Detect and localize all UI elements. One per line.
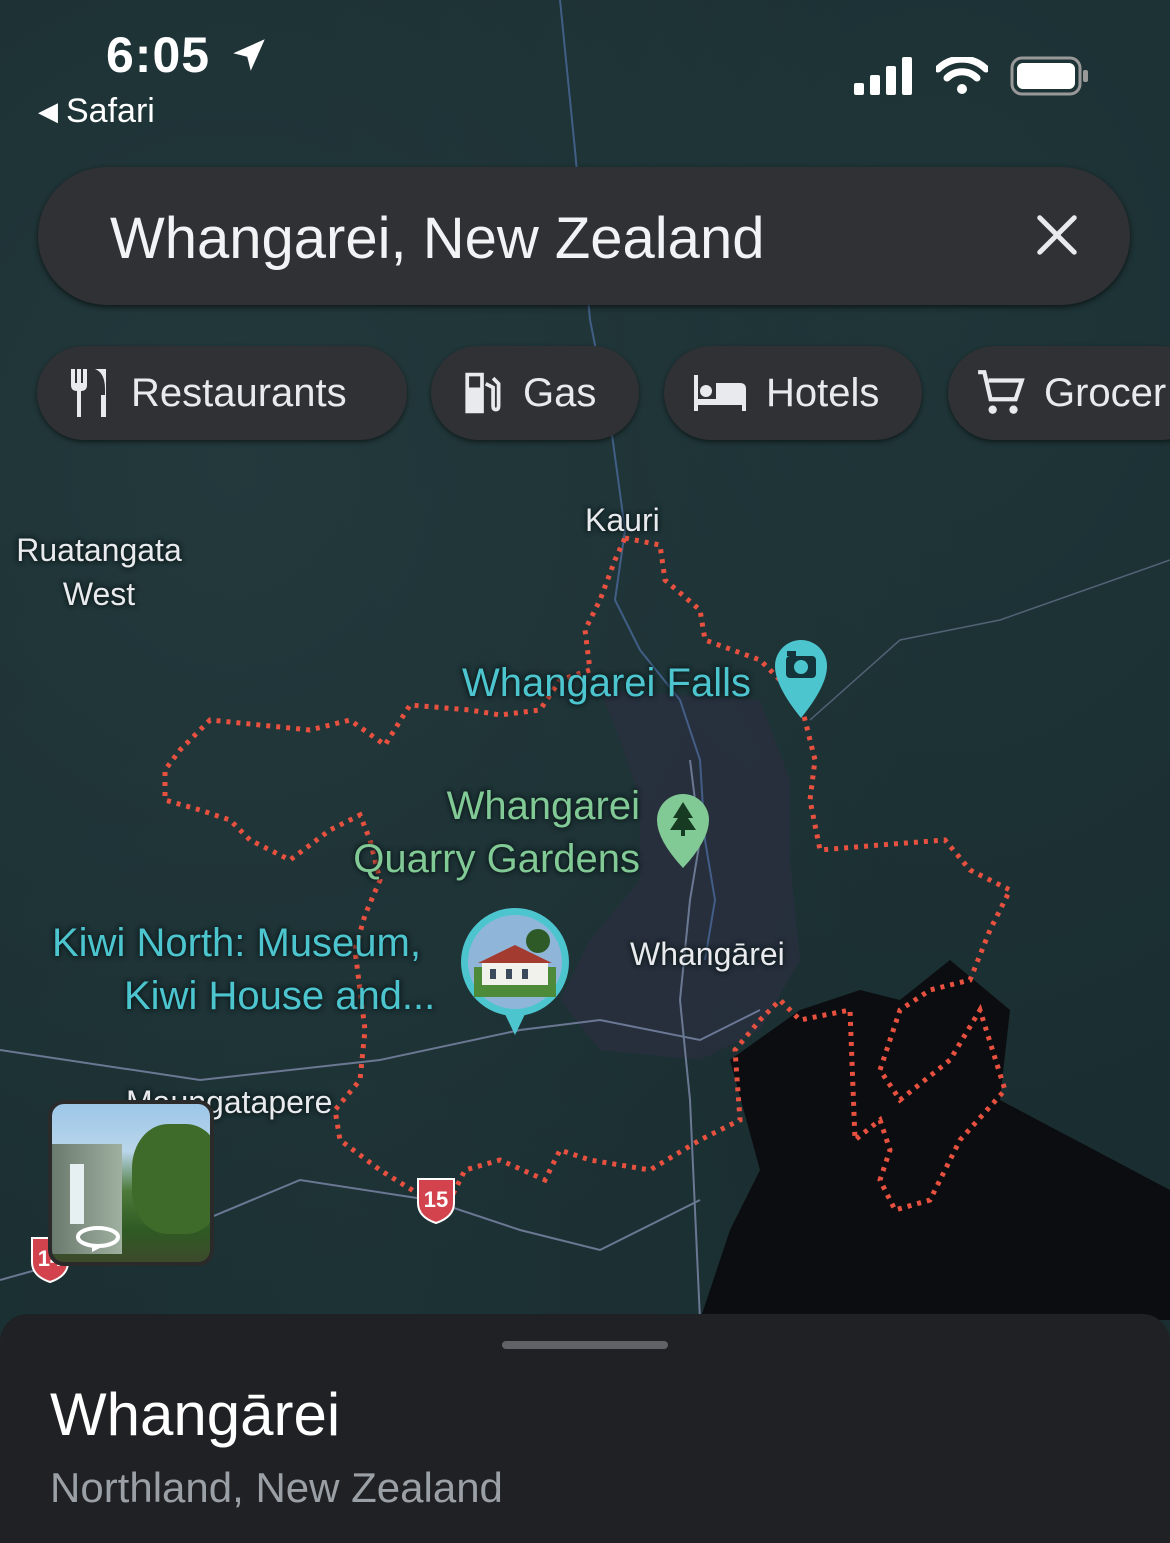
cellular-signal-icon — [854, 57, 912, 95]
place-bottom-sheet[interactable]: Whangārei Northland, New Zealand — [0, 1314, 1170, 1543]
route-shield-label: 15 — [424, 1187, 448, 1212]
chip-hotels[interactable]: Hotels — [664, 346, 922, 440]
search-bar[interactable]: Whangarei, New Zealand — [38, 167, 1130, 305]
chip-label: Hotels — [766, 370, 880, 415]
poi-label-kiwi-line1[interactable]: Kiwi North: Museum, — [52, 917, 421, 970]
status-time: 6:05 — [106, 27, 211, 83]
street-view-thumbnail[interactable] — [48, 1100, 214, 1266]
battery-icon — [1010, 56, 1088, 96]
close-icon[interactable] — [1034, 212, 1080, 258]
thumb-tree — [132, 1124, 210, 1234]
poi-label-quarry-line2[interactable]: Quarry Gardens — [320, 833, 640, 886]
place-subtitle: Northland, New Zealand — [50, 1464, 503, 1511]
photo-pin-icon — [461, 908, 569, 1035]
360-rotate-icon — [76, 1226, 120, 1252]
location-arrow-icon — [228, 34, 270, 81]
poi-label-whangarei-falls[interactable]: Whangarei Falls — [462, 657, 751, 710]
search-query[interactable]: Whangarei, New Zealand — [110, 205, 764, 272]
poi-label-quarry-line1[interactable]: Whangarei — [320, 780, 640, 833]
place-label-ruatangata[interactable]: Ruatangata West — [6, 528, 192, 616]
place-label-whangarei[interactable]: Whangārei — [630, 932, 785, 976]
poi-label-kiwi-line2[interactable]: Kiwi House and... — [124, 970, 435, 1023]
shopping-cart-icon — [978, 370, 1025, 414]
back-triangle-icon: ◀ — [38, 96, 58, 126]
park-pin-icon[interactable] — [654, 792, 712, 870]
sheet-drag-handle[interactable] — [502, 1341, 668, 1349]
place-title: Whangārei — [50, 1381, 341, 1448]
chip-restaurants[interactable]: Restaurants — [37, 346, 407, 440]
gas-station-icon — [465, 372, 501, 414]
camera-pin-icon[interactable] — [772, 638, 830, 720]
thumb-waterfall — [70, 1164, 84, 1224]
chip-groceries[interactable]: Grocer — [948, 346, 1170, 440]
back-app-label: Safari — [66, 92, 155, 130]
place-label-kauri[interactable]: Kauri — [585, 498, 660, 542]
route-shield-15: 15 — [417, 1178, 455, 1225]
wifi-icon — [936, 57, 988, 94]
status-icons — [854, 56, 1090, 96]
chip-label: Restaurants — [131, 370, 347, 415]
kiwi-north-photo-pin[interactable] — [458, 905, 572, 1037]
chip-label: Grocer — [1044, 370, 1167, 415]
back-to-safari[interactable]: ◀ Safari — [38, 92, 155, 131]
category-chips: Restaurants Gas Hotels Grocer — [0, 346, 1170, 440]
chip-gas[interactable]: Gas — [431, 346, 639, 440]
hotel-bed-icon — [694, 375, 746, 411]
chip-label: Gas — [523, 370, 597, 415]
restaurant-icon — [71, 369, 106, 417]
